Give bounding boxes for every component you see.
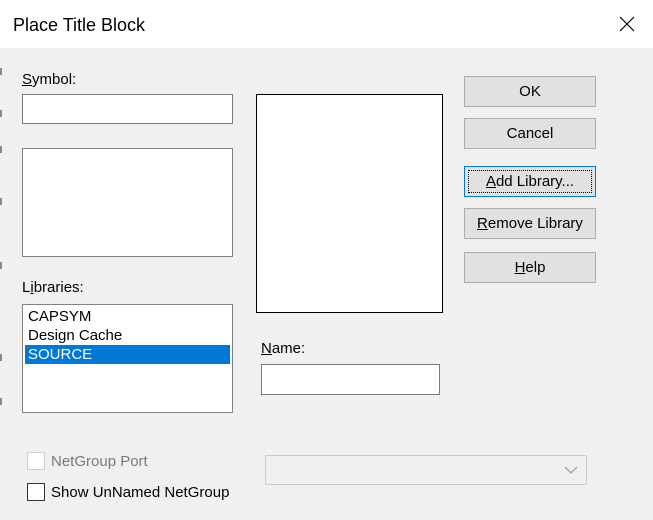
add-library-button[interactable]: Add Library... bbox=[464, 166, 596, 197]
netgroup-port-label: NetGroup Port bbox=[51, 453, 148, 470]
close-icon bbox=[619, 16, 635, 32]
remove-library-accel: R bbox=[477, 215, 488, 232]
symbol-list[interactable] bbox=[22, 148, 233, 257]
show-unnamed-netgroup-checkbox[interactable] bbox=[27, 483, 45, 501]
symbol-label: Symbol: bbox=[22, 71, 76, 88]
close-button[interactable] bbox=[606, 6, 648, 42]
symbol-preview bbox=[256, 94, 443, 313]
remove-library-label: emove Library bbox=[487, 215, 583, 232]
list-item-selected[interactable]: SOURCE bbox=[25, 345, 230, 364]
name-label: Name: bbox=[261, 340, 305, 357]
remove-library-button[interactable]: Remove Library bbox=[464, 208, 596, 239]
ok-button[interactable]: OK bbox=[464, 76, 596, 107]
symbol-label-accel: S bbox=[22, 71, 33, 88]
list-item[interactable]: CAPSYM bbox=[25, 307, 230, 326]
cancel-button-label: Cancel bbox=[506, 125, 554, 142]
title-bar: Place Title Block bbox=[0, 0, 653, 48]
chevron-down-icon bbox=[564, 466, 578, 474]
netgroup-port-checkbox[interactable] bbox=[27, 452, 45, 470]
background-window-edge bbox=[0, 48, 3, 520]
netgroup-select[interactable] bbox=[265, 455, 587, 485]
help-accel: H bbox=[514, 259, 526, 276]
show-unnamed-netgroup-label: Show UnNamed NetGroup bbox=[51, 484, 230, 501]
name-label-accel: N bbox=[261, 340, 272, 357]
libraries-label-text: braries: bbox=[33, 279, 84, 296]
name-input[interactable] bbox=[261, 364, 440, 395]
symbol-label-text: ymbol: bbox=[32, 71, 77, 88]
focus-ring bbox=[468, 170, 592, 193]
help-label: elp bbox=[525, 259, 546, 276]
window-title: Place Title Block bbox=[13, 15, 146, 35]
ok-button-label: OK bbox=[519, 83, 541, 100]
name-label-text: ame: bbox=[271, 340, 306, 357]
help-button[interactable]: Help bbox=[464, 252, 596, 283]
libraries-list[interactable]: CAPSYM Design Cache SOURCE bbox=[22, 304, 233, 413]
cancel-button[interactable]: Cancel bbox=[464, 118, 596, 149]
libraries-label: Libraries: bbox=[22, 279, 84, 296]
list-item[interactable]: Design Cache bbox=[25, 326, 230, 345]
symbol-input[interactable] bbox=[22, 94, 233, 124]
